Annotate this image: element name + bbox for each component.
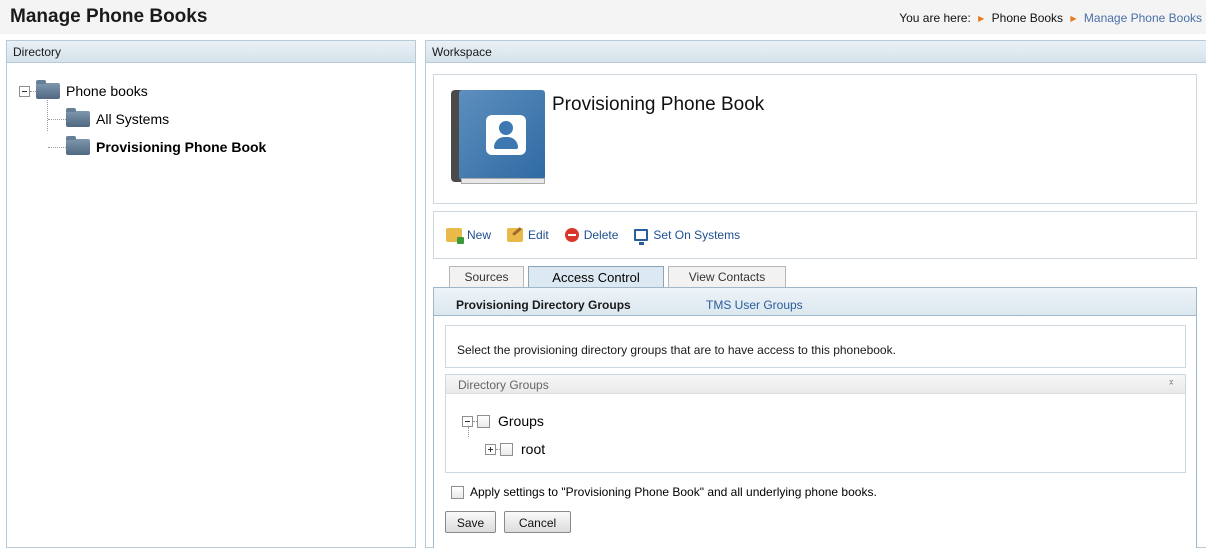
description-text: Select the provisioning directory groups… xyxy=(457,343,896,357)
directory-panel-title: Directory xyxy=(7,41,415,63)
set-on-systems-label: Set On Systems xyxy=(653,228,741,242)
delete-label: Delete xyxy=(583,228,619,242)
groups-checkbox[interactable] xyxy=(477,414,490,428)
tree-node-phone-books[interactable]: Phone books xyxy=(19,80,148,101)
tab-sources[interactable]: Sources xyxy=(449,266,524,287)
root-label: root xyxy=(521,441,546,457)
tree-node-all-systems[interactable]: All Systems xyxy=(48,108,170,129)
collapse-icon[interactable] xyxy=(462,415,473,427)
apply-settings-checkbox[interactable] xyxy=(451,485,464,499)
apply-settings-label: Apply settings to "Provisioning Phone Bo… xyxy=(470,485,877,499)
root-checkbox[interactable] xyxy=(500,442,513,456)
book-pages xyxy=(461,178,545,184)
subtab-provisioning-directory-groups[interactable]: Provisioning Directory Groups xyxy=(456,298,631,312)
phonebook-icon xyxy=(451,90,547,186)
save-button[interactable]: Save xyxy=(445,511,496,533)
subtab-bar: Provisioning Directory Groups TMS User G… xyxy=(433,287,1197,316)
delete-button[interactable]: Delete xyxy=(564,228,619,242)
new-label: New xyxy=(467,228,492,242)
tab-access-control[interactable]: Access Control xyxy=(528,266,664,288)
folder-icon xyxy=(36,80,60,99)
breadcrumb-manage-phone-books[interactable]: Manage Phone Books xyxy=(1084,11,1202,25)
edit-icon xyxy=(507,228,524,242)
monitor-icon xyxy=(634,229,649,245)
expand-icon[interactable] xyxy=(485,443,496,455)
page-header: Manage Phone Books You are here: ▶ Phone… xyxy=(0,0,1206,34)
tree-label: All Systems xyxy=(96,111,170,127)
workspace-panel-title: Workspace xyxy=(426,41,1206,63)
tree-node-provisioning-phone-book[interactable]: Provisioning Phone Book xyxy=(48,136,267,157)
directory-groups-box: Directory Groups ⌄ ⌃ Groups root xyxy=(445,374,1186,473)
folder-icon xyxy=(66,136,90,155)
page-title: Manage Phone Books xyxy=(10,6,208,27)
tree-label: Provisioning Phone Book xyxy=(96,139,267,155)
tab-view-contacts[interactable]: View Contacts xyxy=(668,266,786,287)
collapse-chevron-icon[interactable]: ⌄ ⌃ xyxy=(1167,375,1175,391)
tree-label: Phone books xyxy=(66,83,148,99)
description-box: Select the provisioning directory groups… xyxy=(445,325,1186,368)
cancel-button[interactable]: Cancel xyxy=(504,511,571,533)
phonebook-title: Provisioning Phone Book xyxy=(552,94,765,115)
edit-button[interactable]: Edit xyxy=(507,228,549,242)
directory-groups-header: Directory Groups ⌄ ⌃ xyxy=(446,375,1185,394)
folder-icon xyxy=(66,108,90,127)
contact-icon xyxy=(486,115,526,155)
new-folder-icon xyxy=(446,228,464,244)
phonebook-card: Provisioning Phone Book xyxy=(433,74,1197,204)
tree-connector xyxy=(48,146,66,148)
tree-connector xyxy=(48,118,66,120)
set-on-systems-button[interactable]: Set On Systems xyxy=(634,228,741,245)
root-tree-node: root xyxy=(485,441,545,457)
edit-label: Edit xyxy=(528,228,549,242)
breadcrumb-arrow-icon: ▶ xyxy=(978,14,985,23)
subtab-tms-user-groups[interactable]: TMS User Groups xyxy=(706,298,803,312)
tree-guide-line xyxy=(468,427,469,437)
breadcrumb: You are here: ▶ Phone Books ▶ Manage Pho… xyxy=(899,11,1202,25)
delete-icon xyxy=(564,228,579,242)
directory-groups-title: Directory Groups xyxy=(458,378,549,392)
apply-settings-row: Apply settings to "Provisioning Phone Bo… xyxy=(451,485,877,499)
groups-label: Groups xyxy=(498,413,544,429)
collapse-icon[interactable] xyxy=(19,85,30,97)
breadcrumb-phone-books[interactable]: Phone Books xyxy=(992,11,1063,25)
directory-panel: Directory Phone books All Systems Provis… xyxy=(6,40,416,548)
breadcrumb-arrow-icon: ▶ xyxy=(1070,14,1077,23)
breadcrumb-prefix: You are here: xyxy=(899,11,971,25)
groups-tree-node: Groups xyxy=(462,413,544,429)
new-button[interactable]: New xyxy=(446,228,492,244)
action-toolbar: New Edit Delete Set On Systems xyxy=(433,211,1197,259)
